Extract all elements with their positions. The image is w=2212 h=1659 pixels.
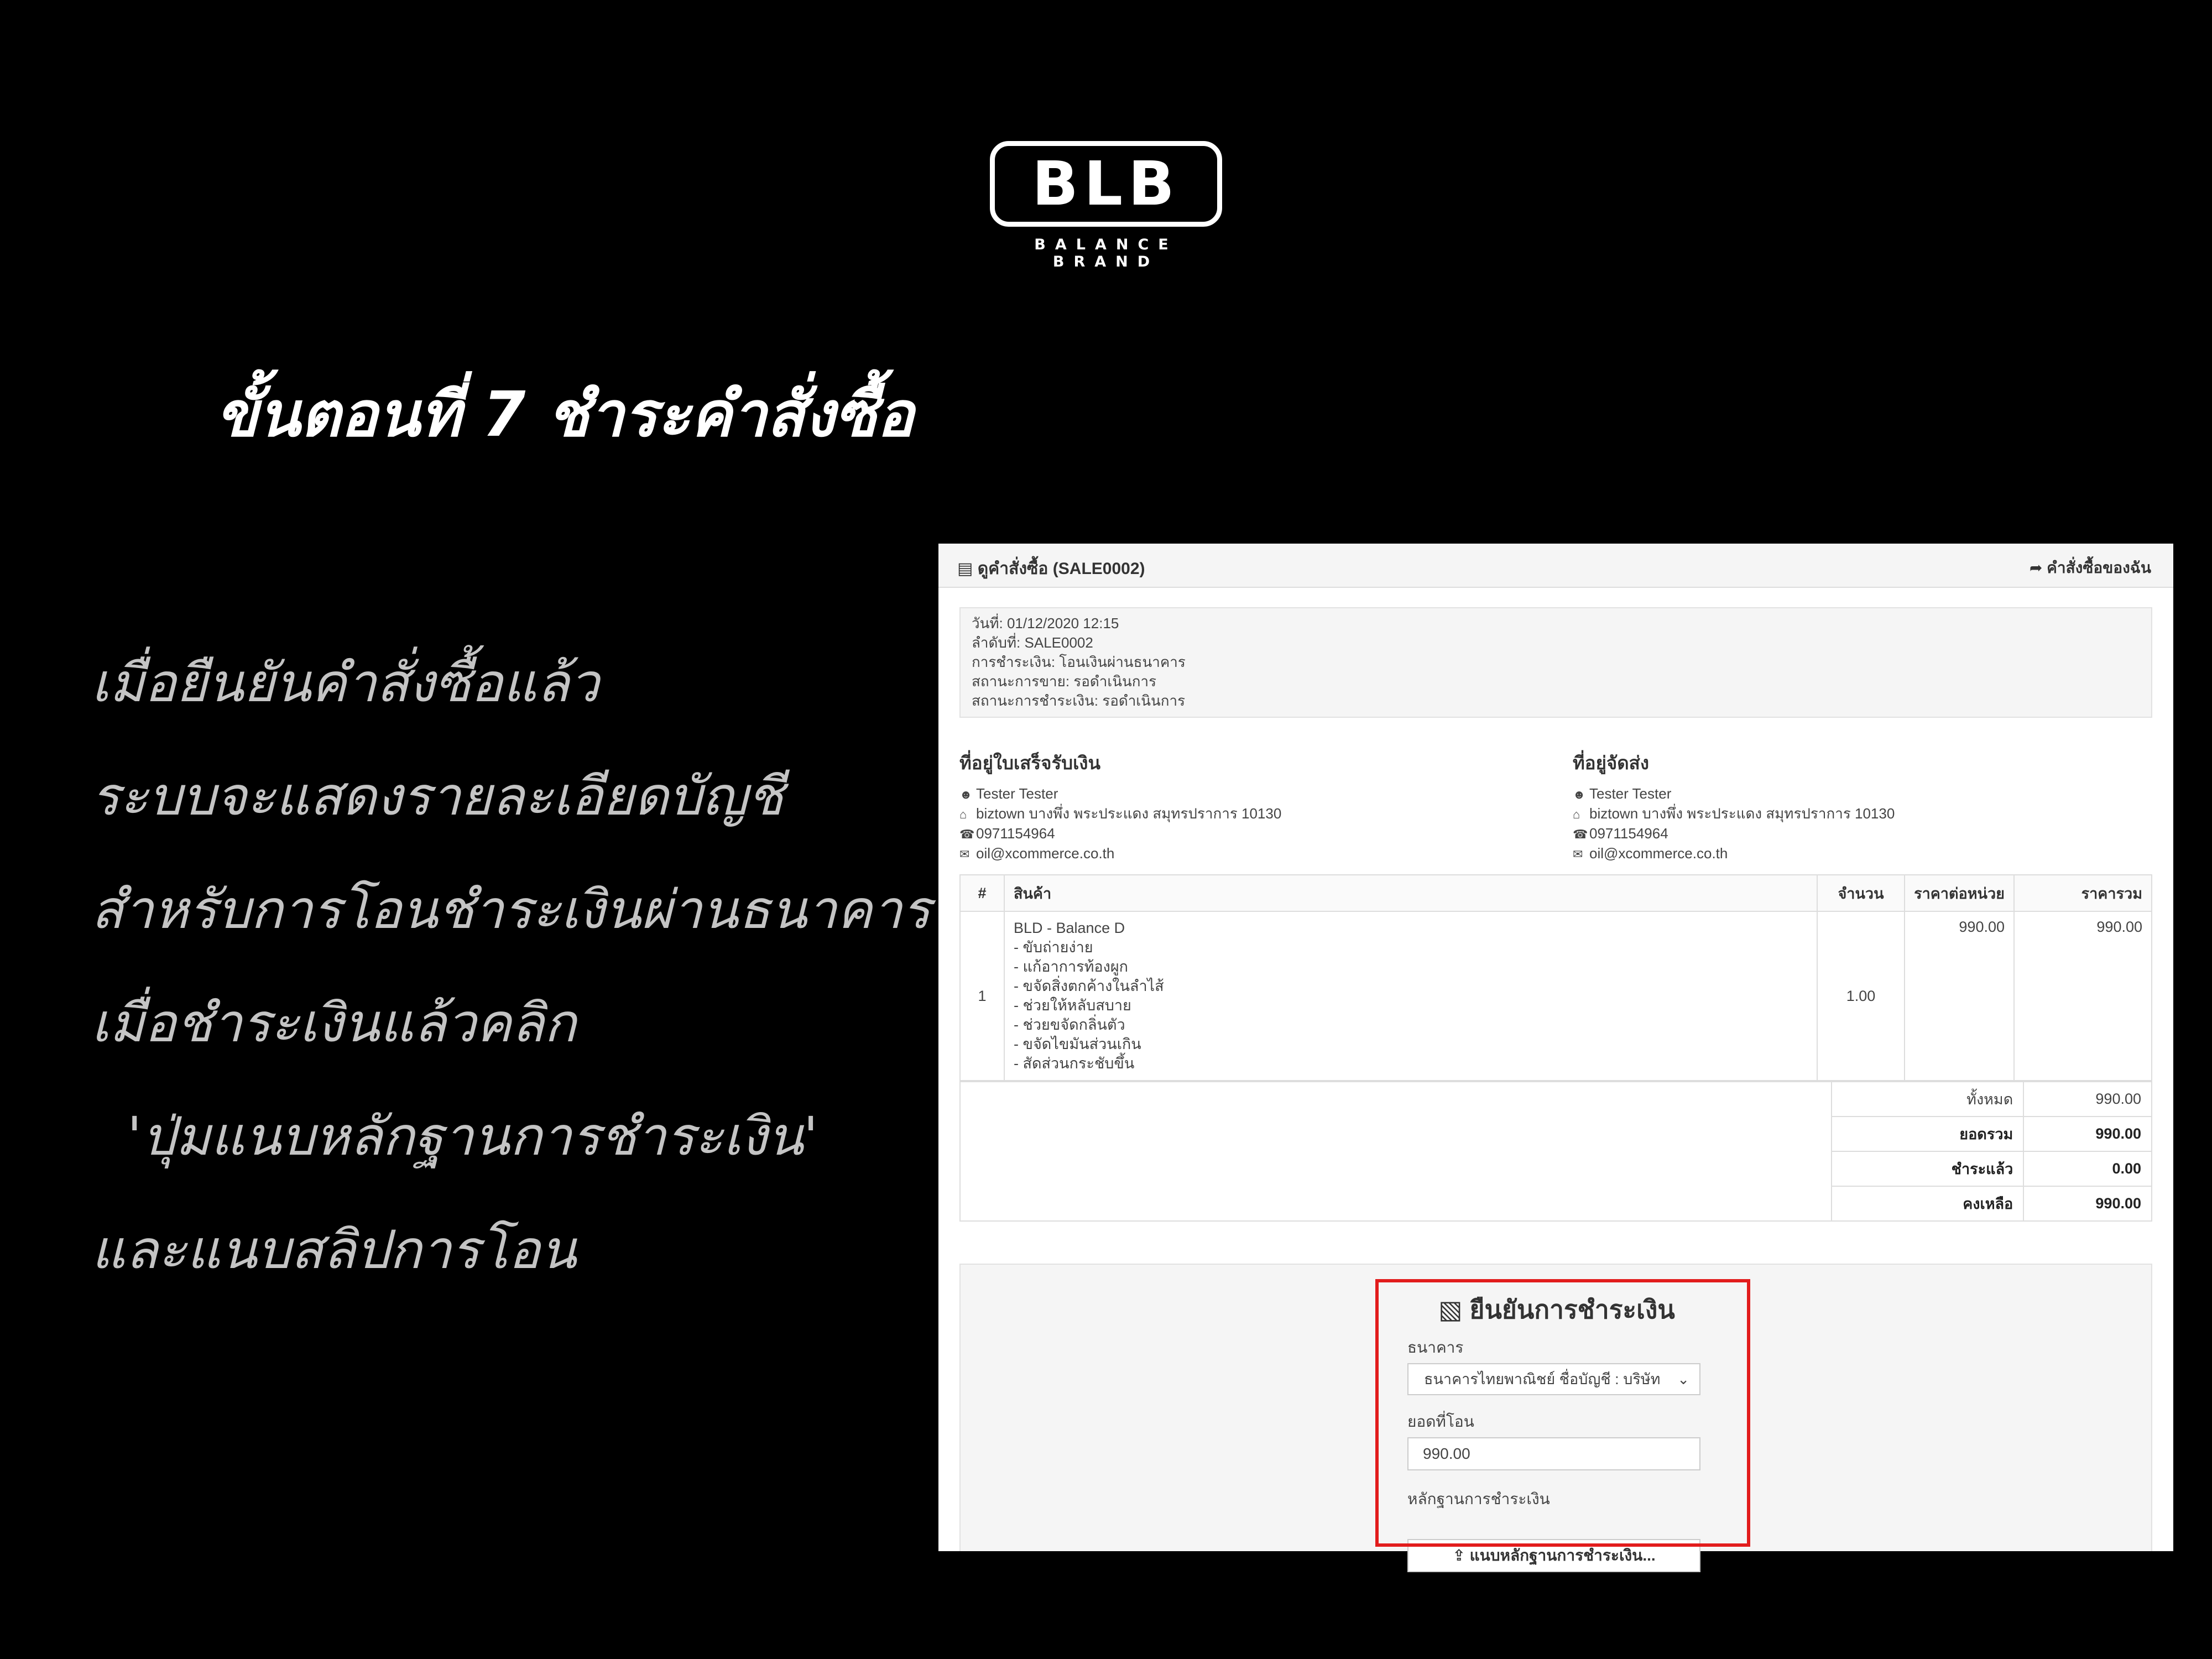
my-orders-link[interactable]: ➦ คำสั่งซื้อของฉัน <box>2030 556 2151 580</box>
order-title: ดูคำสั่งซื้อ (SALE0002) <box>977 560 1145 578</box>
list-icon: ▤ <box>957 560 973 578</box>
order-date: วันที่: 01/12/2020 12:15 <box>972 615 1119 632</box>
user-icon: ☻ <box>1573 787 1586 801</box>
home-icon: ⌂ <box>959 807 967 821</box>
instruction-line: เมื่อชำระเงินแล้วคลิก <box>91 992 577 1054</box>
upload-icon: ⇪ <box>1452 1547 1465 1564</box>
instruction-line: และแนบสลิปการโอน <box>91 1219 577 1281</box>
envelope-icon: ✉ <box>1573 847 1583 861</box>
home-icon: ⌂ <box>1573 807 1580 821</box>
total-all-value: 990.00 <box>2023 1081 2152 1117</box>
item-unit-price: 990.00 <box>1904 911 2015 1081</box>
billing-phone: 0971154964 <box>976 825 1055 842</box>
instruction-line: สำหรับการโอนชำระเงินผ่านธนาคาร <box>91 879 931 941</box>
item-no: 1 <box>959 911 1005 1081</box>
item-detail: - ขจัดสิ่งตกค้างในลำไส้ <box>1014 978 1164 994</box>
item-qty: 1.00 <box>1817 911 1905 1081</box>
shipping-email: oil@xcommerce.co.th <box>1589 845 1728 862</box>
instruction-line: เมื่อยืนยันคำสั่งซื้อแล้ว <box>91 652 599 714</box>
paid-label: ชำระแล้ว <box>1830 1151 2025 1187</box>
instruction-text: เมื่อยืนยันคำสั่งซื้อแล้ว ระบบจะแสดงรายล… <box>91 644 943 1324</box>
billing-heading: ที่อยู่ใบเสร็จรับเงิน <box>959 753 1101 773</box>
billing-email: oil@xcommerce.co.th <box>976 845 1115 862</box>
item-total: 990.00 <box>2013 911 2152 1081</box>
order-header: ▤ ดูคำสั่งซื้อ (SALE0002) ➦ คำสั่งซื้อขอ… <box>938 544 2173 588</box>
item-detail: - ช่วยให้หลับสบาย <box>1014 997 1131 1014</box>
payment-status: สถานะการชำระเงิน: รอดำเนินการ <box>972 692 1186 709</box>
item-detail: - แก้อาการท้องผูก <box>1014 958 1128 975</box>
table-header-row: # สินค้า จำนวน ราคาต่อหน่วย ราคารวม <box>959 874 2152 912</box>
instruction-line: ระบบจะแสดงรายละเอียดบัญชี <box>91 765 784 827</box>
billing-street: biztown บางพึ่ง พระประแดง สมุทรปราการ 10… <box>976 805 1282 822</box>
brand-logo: BLB BALANCE BRAND <box>990 141 1222 270</box>
grand-total-value: 990.00 <box>2023 1116 2152 1152</box>
share-icon: ➦ <box>2029 559 2043 576</box>
shipping-heading: ที่อยู่จัดส่ง <box>1573 753 1649 773</box>
step-headline: ขั้นตอนที่ 7 ชำระคำสั่งซื้อ <box>216 379 914 451</box>
col-total: ราคารวม <box>2013 874 2152 912</box>
my-orders-label: คำสั่งซื้อของฉัน <box>2047 559 2151 576</box>
col-no: # <box>959 874 1005 912</box>
item-product-cell: BLD - Balance D - ขับถ่ายง่าย - แก้อาการ… <box>1004 911 1818 1081</box>
item-detail: - ช่วยขจัดกลิ่นตัว <box>1014 1016 1125 1033</box>
order-items-table: # สินค้า จำนวน ราคาต่อหน่วย ราคารวม 1 BL… <box>959 874 2152 1081</box>
grand-total-label: ยอดรวม <box>1830 1116 2025 1152</box>
user-icon: ☻ <box>959 787 973 801</box>
remaining-value: 990.00 <box>2023 1186 2152 1222</box>
phone-icon: ☎ <box>1573 827 1588 841</box>
col-unit-price: ราคาต่อหน่วย <box>1904 874 2015 912</box>
order-totals: ทั้งหมด 990.00 ยอดรวม 990.00 ชำระแล้ว 0.… <box>959 1081 2152 1222</box>
instruction-line: 'ปุ่มแนบหลักฐานการชำระเงิน' <box>127 1105 818 1167</box>
logo-mark: BLB <box>1032 148 1180 219</box>
billing-address: ที่อยู่ใบเสร็จรับเงิน ☻ Tester Tester ⌂ bi… <box>959 748 1540 864</box>
shipping-name: Tester Tester <box>1589 785 1672 802</box>
totals-row: ทั้งหมด 990.00 <box>959 1081 2152 1222</box>
shipping-street: biztown บางพึ่ง พระประแดง สมุทรปราการ 10… <box>1589 805 1895 822</box>
paid-value: 0.00 <box>2023 1151 2152 1187</box>
col-qty: จำนวน <box>1817 874 1905 912</box>
shipping-address: ที่อยู่จัดส่ง ☻ Tester Tester ⌂ biztown บา… <box>1573 748 2153 864</box>
shipping-phone: 0971154964 <box>1589 825 1668 842</box>
total-all-label: ทั้งหมด <box>1830 1081 2025 1117</box>
item-detail: - ขับถ่ายง่าย <box>1014 939 1093 956</box>
phone-icon: ☎ <box>959 827 975 841</box>
sale-status: สถานะการขาย: รอดำเนินการ <box>972 673 1157 690</box>
envelope-icon: ✉ <box>959 847 970 861</box>
remaining-label: คงเหลือ <box>1830 1186 2025 1222</box>
highlight-box <box>1375 1279 1750 1547</box>
table-row: 1 BLD - Balance D - ขับถ่ายง่าย - แก้อาก… <box>959 911 2152 1081</box>
col-product: สินค้า <box>1004 874 1818 912</box>
upload-proof-label: แนบหลักฐานการชำระเงิน... <box>1469 1547 1656 1564</box>
item-detail: - สัดส่วนกระชับขึ้น <box>1014 1055 1135 1072</box>
item-product: BLD - Balance D <box>1014 920 1125 936</box>
order-number: ลำดับที่: SALE0002 <box>972 634 1093 651</box>
logo-tagline: BALANCE BRAND <box>1034 236 1178 270</box>
payment-method: การชำระเงิน: โอนเงินผ่านธนาคาร <box>972 654 1186 670</box>
billing-name: Tester Tester <box>976 785 1058 802</box>
item-detail: - ขจัดไขมันส่วนเกิน <box>1014 1036 1141 1052</box>
order-info-box: วันที่: 01/12/2020 12:15 ลำดับที่: SALE0… <box>959 607 2152 718</box>
